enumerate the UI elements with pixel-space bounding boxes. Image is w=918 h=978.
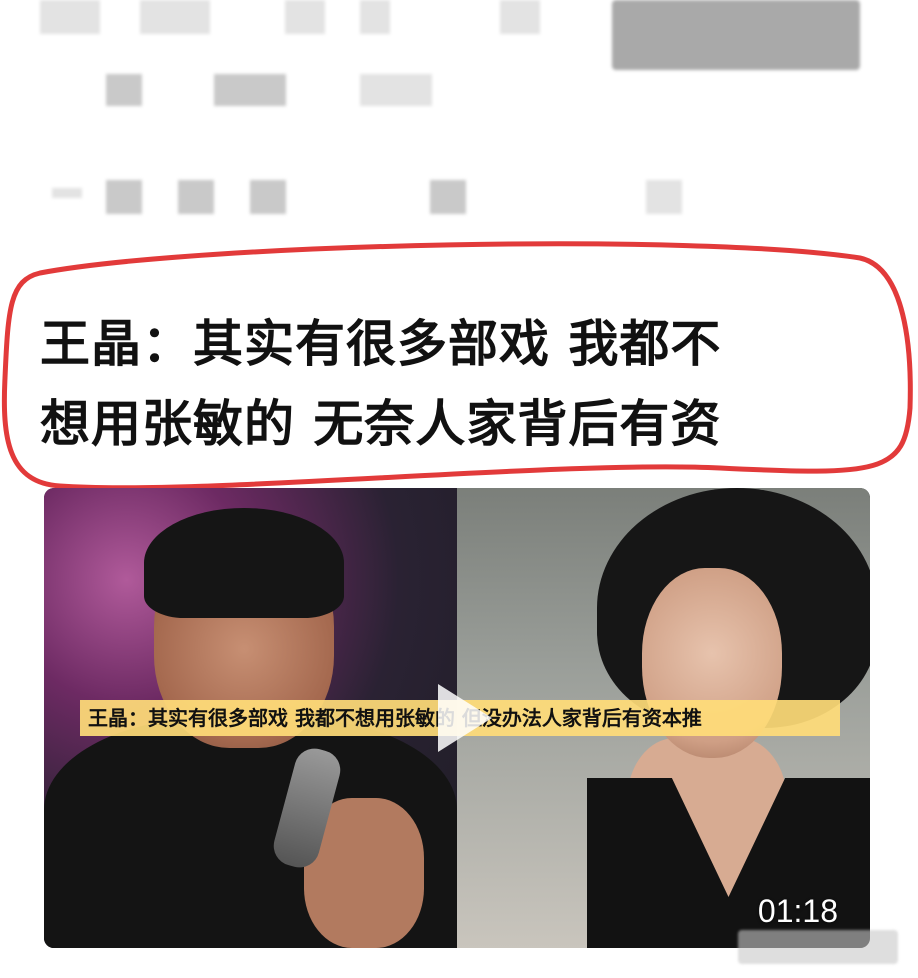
blurred-text-block <box>140 0 210 34</box>
video-duration: 01:18 <box>757 893 838 929</box>
headline-line: 王晶：其实有很多部戏 我都不 <box>40 315 722 373</box>
blurred-icon <box>52 188 82 198</box>
blurred-text-block <box>250 180 286 214</box>
blurred-text-block <box>285 0 325 34</box>
blurred-text-block <box>214 74 286 106</box>
headline-line: 想用张敏的 无奈人家背后有资 <box>40 395 722 453</box>
post-headline[interactable]: 王晶：其实有很多部戏 我都不 想用张敏的 无奈人家背后有资 <box>40 304 890 464</box>
blurred-text-block <box>646 180 682 214</box>
blurred-text-block <box>430 180 466 214</box>
blurred-text-block <box>106 180 142 214</box>
play-icon[interactable] <box>420 678 500 758</box>
blurred-text-block <box>500 0 540 34</box>
blurred-text-block <box>178 180 214 214</box>
blurred-avatar <box>612 0 860 70</box>
blurred-text-block <box>106 74 142 106</box>
blurred-text-block <box>360 74 432 106</box>
video-thumbnail[interactable]: 王晶：其实有很多部戏 我都不想用张敏的 但没办法人家背后有资本推 01:18 <box>44 488 870 948</box>
blurred-text-block <box>40 0 100 34</box>
blurred-watermark <box>738 930 898 964</box>
blurred-text-block <box>360 0 390 34</box>
person-hair <box>144 508 344 618</box>
